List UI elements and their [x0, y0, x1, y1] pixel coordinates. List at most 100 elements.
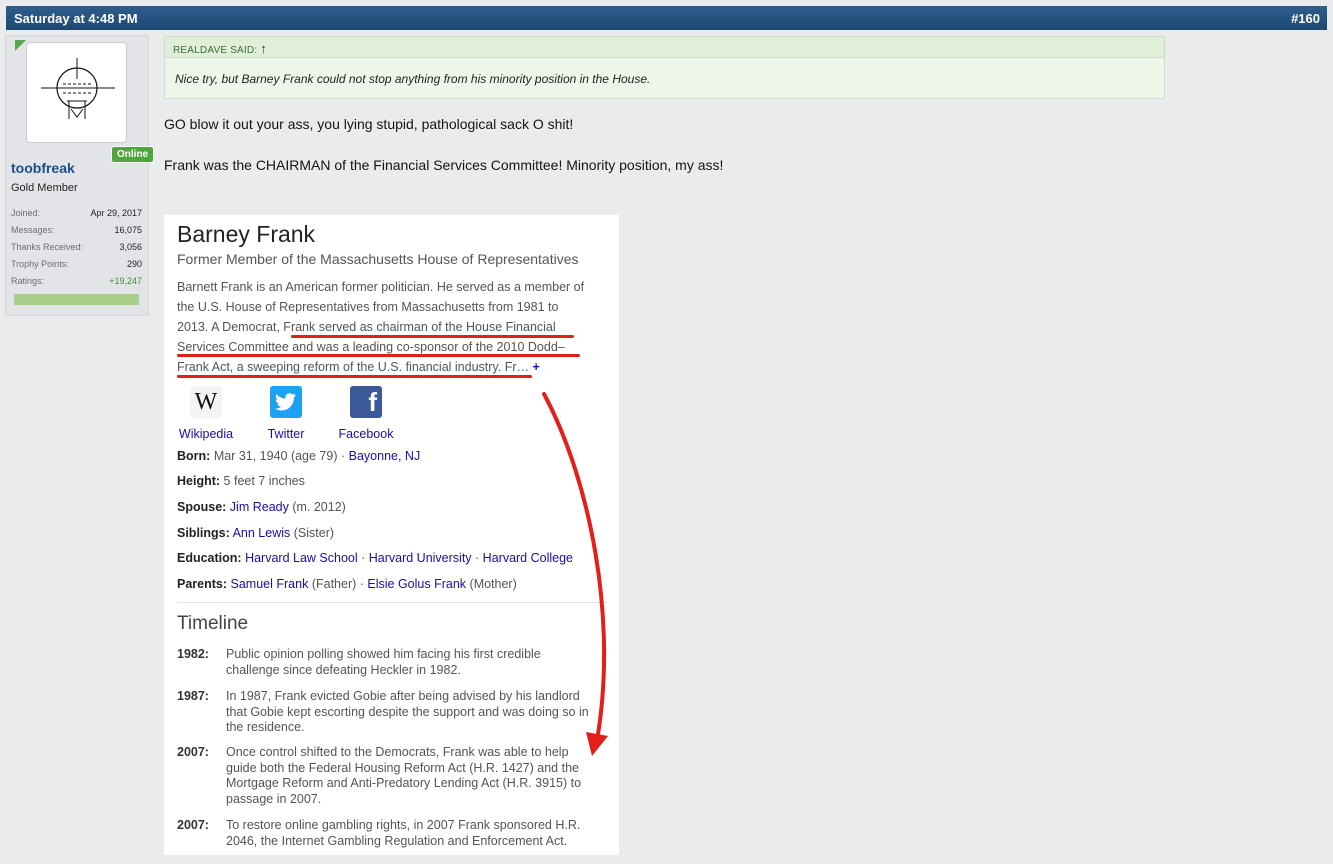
timeline-year: 1987:: [177, 689, 209, 703]
online-corner-marker: [15, 40, 26, 51]
timeline-line: To restore online gambling rights, in 20…: [226, 818, 581, 832]
avatar[interactable]: [26, 42, 127, 143]
username-link[interactable]: toobfreak: [11, 160, 75, 176]
fact-label: Spouse:: [177, 500, 227, 514]
fact-value: (m. 2012): [292, 500, 346, 514]
fact-born: Born: Mar 31, 1940 (age 79) · Bayonne, N…: [177, 449, 420, 463]
fact-siblings: Siblings: Ann Lewis (Sister): [177, 526, 334, 540]
fact-link[interactable]: Jim Ready: [230, 500, 289, 514]
wikipedia-icon: W: [190, 386, 222, 418]
timeline-entry: To restore online gambling rights, in 20…: [226, 818, 606, 849]
stat-label: Messages:: [11, 225, 55, 235]
divider: [177, 602, 607, 603]
twitter-icon: [270, 386, 302, 418]
fact-height: Height: 5 feet 7 inches: [177, 474, 305, 488]
stat-label: Ratings:: [11, 276, 45, 286]
social-facebook[interactable]: f Facebook: [336, 386, 396, 441]
stat-label: Trophy Points:: [11, 259, 69, 269]
quote-author-line: REALDAVE SAID: ↑: [173, 41, 267, 56]
timeline-year: 2007:: [177, 818, 209, 832]
fact-link[interactable]: Elsie Golus Frank: [367, 577, 466, 591]
timeline-line: Public opinion polling showed him facing…: [226, 647, 541, 661]
stat-joined: Joined: Apr 29, 2017: [11, 208, 142, 225]
card-title: Barney Frank: [177, 221, 316, 247]
fact-label: Parents:: [177, 577, 228, 591]
stat-ratings: Ratings: +19,247: [11, 276, 142, 293]
social-label: Wikipedia: [178, 427, 234, 441]
timeline-line: Mortgage Reform and Anti-Predatory Lendi…: [226, 776, 582, 790]
timeline-line: challenge since defeating Heckler in 198…: [226, 662, 461, 677]
fact-label: Siblings:: [177, 526, 230, 540]
timeline-line: that Gobie kept escorting despite the su…: [226, 704, 589, 719]
vacuum-tube-icon: [41, 58, 115, 119]
stat-messages: Messages: 16,075: [11, 225, 142, 242]
desc-line-last: Frank Act, a sweeping reform of the U.S.…: [177, 357, 607, 377]
facebook-icon: f: [350, 386, 382, 418]
timeline-entry: In 1987, Frank evicted Gobie after being…: [226, 689, 606, 736]
stat-trophy: Trophy Points: 290: [11, 259, 142, 276]
fact-link[interactable]: Harvard University: [369, 551, 472, 565]
timeline-line: the residence.: [226, 720, 305, 734]
fact-link[interactable]: Ann Lewis: [233, 526, 291, 540]
fact-education: Education: Harvard Law School · Harvard …: [177, 551, 573, 565]
social-label: Facebook: [338, 427, 394, 441]
stat-value: 3,056: [119, 242, 142, 252]
timeline-line: guide both the Federal Housing Reform Ac…: [226, 760, 579, 775]
fact-label: Height:: [177, 474, 221, 488]
social-twitter[interactable]: Twitter: [259, 386, 313, 441]
stat-value[interactable]: 16,075: [114, 225, 142, 242]
timeline-year: 2007:: [177, 745, 209, 759]
rating-bar[interactable]: [14, 294, 139, 305]
timeline-year: 1982:: [177, 647, 209, 661]
underline-annotation: [177, 354, 580, 357]
fact-value: 5 feet 7 inches: [223, 474, 305, 488]
fact-value: (Sister): [293, 526, 335, 540]
more-link[interactable]: +: [532, 360, 539, 374]
stat-label: Thanks Received:: [11, 242, 84, 252]
desc-line: Frank Act, a sweeping reform of the U.S.…: [177, 360, 529, 374]
up-arrow-icon[interactable]: ↑: [260, 41, 267, 56]
online-badge: Online: [111, 146, 155, 163]
fact-value: Mar 31, 1940 (age 79) ·: [213, 449, 346, 463]
card-subtitle: Former Member of the Massachusetts House…: [177, 251, 579, 267]
stat-value: Apr 29, 2017: [90, 208, 142, 218]
stat-value[interactable]: 290: [127, 259, 142, 276]
fact-label: Born:: [177, 449, 211, 463]
fact-value: (Father) ·: [311, 577, 364, 591]
timeline-entry: Once control shifted to the Democrats, F…: [226, 745, 606, 807]
desc-line: the U.S. House of Representatives from M…: [177, 300, 559, 314]
card-description: Barnett Frank is an American former poli…: [177, 277, 607, 377]
social-label: Twitter: [267, 427, 305, 441]
desc-line: 2013. A Democrat, Frank served as chairm…: [177, 320, 556, 334]
timeline-line: 2046, the Internet Gambling Regulation a…: [226, 833, 568, 848]
post-header-bar: Saturday at 4:48 PM #160: [6, 6, 1327, 30]
stat-label: Joined:: [11, 208, 41, 218]
timeline-title: Timeline: [177, 613, 249, 634]
fact-label: Education:: [177, 551, 242, 565]
fact-spouse: Spouse: Jim Ready (m. 2012): [177, 500, 346, 514]
timeline-line: passage in 2007.: [226, 791, 322, 806]
user-stats: Joined: Apr 29, 2017 Messages: 16,075 Than…: [11, 208, 142, 293]
fact-link[interactable]: Harvard Law School: [245, 551, 358, 565]
stat-value: +19,247: [109, 276, 142, 286]
knowledge-card-image: Barney Frank Former Member of the Massac…: [164, 215, 619, 855]
fact-link[interactable]: Bayonne, NJ: [349, 449, 421, 463]
fact-value: (Mother): [469, 577, 517, 591]
fact-link[interactable]: Harvard College: [483, 551, 573, 565]
quote-author[interactable]: REALDAVE SAID:: [173, 45, 257, 56]
stat-thanks: Thanks Received: 3,056: [11, 242, 142, 259]
message-line-2: Frank was the CHAIRMAN of the Financial …: [164, 157, 724, 173]
social-wikipedia[interactable]: W Wikipedia: [177, 386, 235, 441]
timeline-entry: Public opinion polling showed him facing…: [226, 647, 606, 678]
desc-line: Barnett Frank is an American former poli…: [177, 280, 585, 294]
timeline-line: In 1987, Frank evicted Gobie after being…: [226, 689, 580, 703]
message-line-1: GO blow it out your ass, you lying stupi…: [164, 116, 574, 132]
post-date[interactable]: Saturday at 4:48 PM: [14, 11, 138, 26]
timeline-line: Once control shifted to the Democrats, F…: [226, 745, 569, 759]
quote-text: Nice try, but Barney Frank could not sto…: [175, 72, 651, 86]
post-number[interactable]: #160: [1291, 11, 1320, 26]
quote-header: REALDAVE SAID: ↑: [165, 37, 1164, 58]
fact-link[interactable]: Samuel Frank: [231, 577, 309, 591]
user-title: Gold Member: [11, 182, 78, 194]
underline-annotation: [291, 335, 574, 338]
